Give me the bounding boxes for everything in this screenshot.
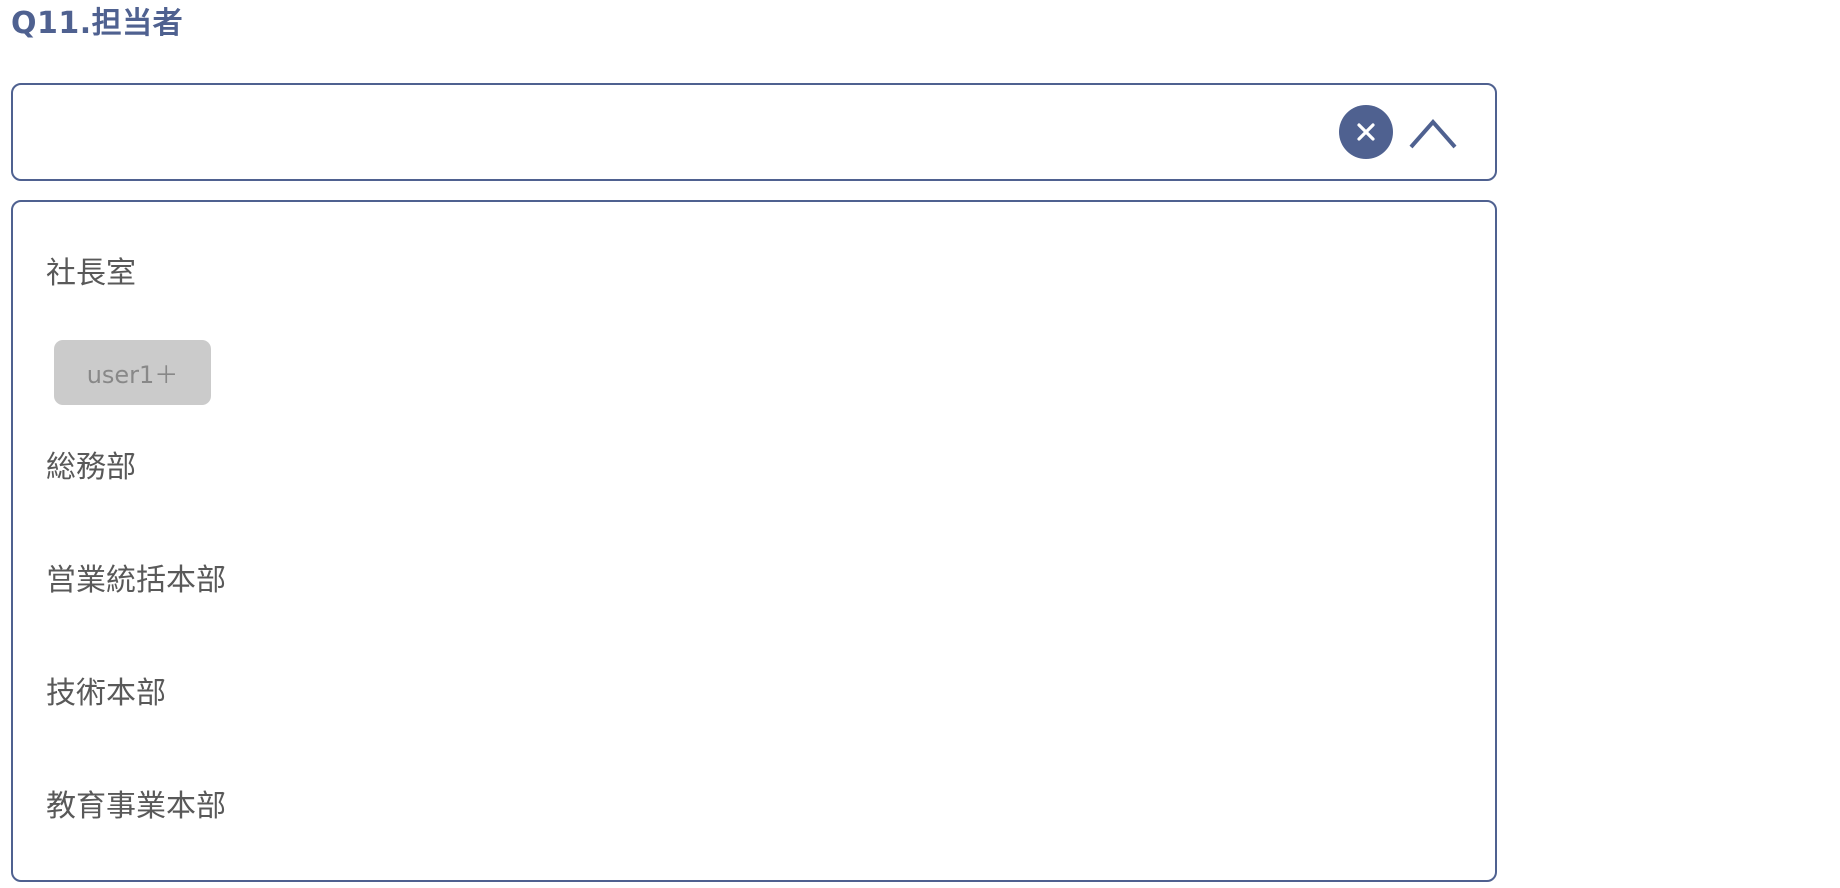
option-group-engineering-headquarters[interactable]: 技術本部 — [46, 674, 166, 714]
option-group-education-headquarters[interactable]: 教育事業本部 — [46, 787, 226, 827]
option-group-general-affairs[interactable]: 総務部 — [46, 448, 136, 488]
options-dropdown: 社長室 user1＋ 総務部 営業統括本部 技術本部 教育事業本部 — [11, 200, 1497, 882]
close-icon — [1357, 123, 1375, 141]
clear-button[interactable] — [1339, 105, 1393, 159]
user-chip-user1[interactable]: user1＋ — [54, 340, 211, 405]
question-title: Q11.担当者 — [11, 6, 184, 41]
option-group-president-office[interactable]: 社長室 — [46, 254, 136, 294]
chevron-up-icon — [1409, 118, 1457, 149]
collapse-button[interactable] — [1405, 105, 1461, 161]
assignee-select[interactable] — [11, 83, 1497, 181]
option-group-sales-headquarters[interactable]: 営業統括本部 — [46, 561, 226, 601]
